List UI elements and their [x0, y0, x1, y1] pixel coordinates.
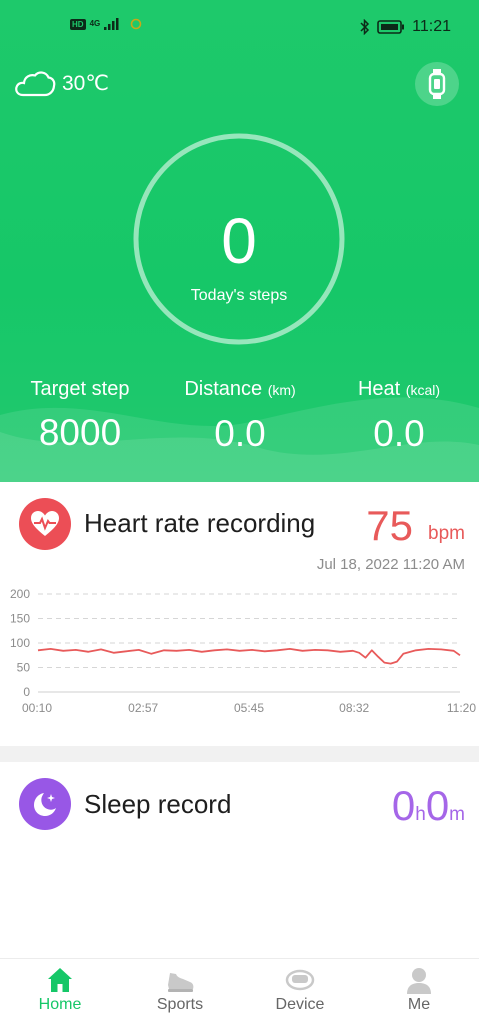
heat-stat: Heat (kcal) 0.0: [319, 376, 479, 459]
clock: 11:21: [412, 18, 451, 35]
heart-rate-timestamp: Jul 18, 2022 11:20 AM: [316, 556, 465, 573]
distance-unit: (km): [267, 382, 296, 398]
tab-home[interactable]: Home: [0, 959, 120, 1024]
heart-rate-series-line: [37, 648, 461, 665]
y-tick-label: 150: [10, 612, 30, 626]
tab-home-label: Home: [38, 996, 82, 1013]
status-bar: HD 4G 11:21: [0, 14, 479, 42]
tab-me-label: Me: [407, 996, 431, 1013]
moon-star-icon: [19, 778, 71, 830]
home-icon: [48, 968, 72, 992]
battery-icon: [377, 20, 405, 34]
heart-rate-chart: 0 50 100 150 200 00:10 02:57 05:45 08:32 11:20: [10, 587, 476, 715]
tab-device-label: Device: [275, 996, 325, 1013]
heart-rate-card[interactable]: Heart rate recording 75 bpm Jul 18, 2022…: [0, 482, 479, 746]
network-type: 4G: [89, 19, 101, 28]
x-tick-label: 08:32: [339, 701, 369, 715]
target-step-label: Target step: [30, 378, 130, 400]
sleep-duration: 0h0m: [392, 782, 465, 830]
tab-sports-label: Sports: [156, 996, 204, 1013]
y-tick-label: 200: [10, 587, 30, 601]
tab-sports[interactable]: Sports: [120, 959, 240, 1024]
sleep-hours: 0: [391, 782, 416, 829]
bluetooth-icon: [360, 19, 370, 35]
hd-badge: HD: [70, 18, 86, 30]
heart-rate-value: 75: [366, 502, 413, 549]
signal-icon: [104, 18, 119, 30]
bottom-tab-bar: Home Sports Device Me: [0, 958, 479, 1024]
x-tick-label: 00:10: [22, 701, 52, 715]
heart-rate-title: Heart rate recording: [84, 508, 316, 538]
temperature: 30℃: [62, 71, 109, 95]
y-tick-label: 100: [10, 636, 30, 650]
sync-icon: [130, 18, 142, 30]
sleep-minutes-unit: m: [449, 804, 465, 825]
distance-value: 0.0: [214, 413, 266, 454]
target-step-stat: Target step 8000: [0, 376, 160, 458]
cloud-icon: [15, 71, 56, 97]
sleep-hours-unit: h: [415, 804, 426, 825]
sleep-card[interactable]: Sleep record 0h0m: [0, 762, 479, 958]
heart-rate-unit: bpm: [428, 523, 465, 544]
tab-device[interactable]: Device: [240, 959, 360, 1024]
band-device-icon: [285, 969, 315, 991]
weather-widget: 30℃: [14, 68, 109, 98]
tab-me[interactable]: Me: [359, 959, 479, 1024]
heat-label: Heat (kcal): [357, 378, 441, 400]
y-tick-label: 50: [17, 661, 31, 675]
sneaker-icon: [168, 973, 194, 992]
distance-stat: Distance (km) 0.0: [160, 376, 320, 459]
home-screen: HD 4G 11:21 30℃ 0 Today's steps Target s…: [0, 0, 479, 1024]
target-step-value: 8000: [38, 412, 122, 453]
heat-unit: (kcal): [405, 382, 441, 398]
x-tick-label: 05:45: [234, 701, 264, 715]
distance-label: Distance (km): [184, 378, 296, 400]
sleep-minutes: 0: [425, 782, 450, 829]
heat-value: 0.0: [373, 413, 425, 454]
user-icon: [407, 968, 431, 994]
sleep-title: Sleep record: [84, 789, 232, 819]
heart-pulse-icon: [19, 498, 71, 550]
steps-count: 0: [221, 205, 257, 277]
device-button[interactable]: [415, 62, 459, 106]
smart-band-icon: [428, 69, 446, 99]
x-tick-label: 11:20: [447, 701, 476, 715]
steps-label: Today's steps: [190, 287, 288, 304]
steps-summary-panel: HD 4G 11:21 30℃ 0 Today's steps Target s…: [0, 0, 479, 482]
section-divider: [0, 746, 479, 762]
x-tick-label: 02:57: [128, 701, 158, 715]
y-tick-label: 0: [23, 685, 30, 699]
